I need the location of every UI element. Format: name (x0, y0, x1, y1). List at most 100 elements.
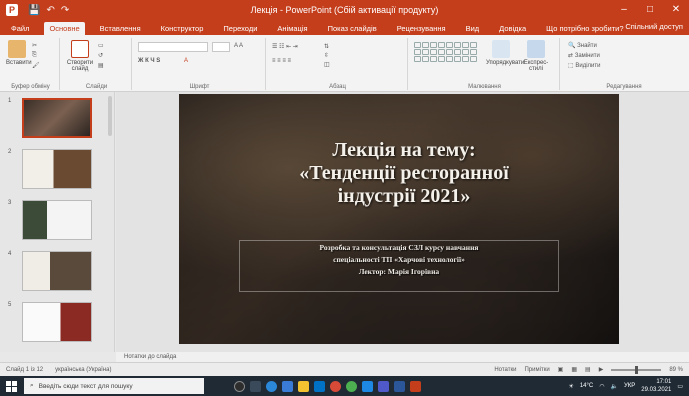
paste-button[interactable]: Вставити (6, 40, 32, 66)
select-button[interactable]: ⬚ Виділити (568, 62, 600, 70)
thumbnail-scrollbar[interactable] (108, 96, 112, 136)
reading-view-icon[interactable]: ▤ (585, 366, 591, 373)
slide-thumbnail-3[interactable]: 3 (8, 200, 108, 246)
tab-help[interactable]: Довідка (494, 22, 531, 35)
slideshow-view-icon[interactable]: ▶ (599, 366, 604, 373)
group-slides: Створити слайд ▭ ↺ ▤ Слайди (62, 38, 132, 90)
weather-temp[interactable]: 14°С (580, 383, 593, 389)
grow-font-icon[interactable]: A A (234, 43, 243, 51)
tab-transitions[interactable]: Переходи (218, 22, 262, 35)
tab-insert[interactable]: Вставлення (95, 22, 146, 35)
find-button[interactable]: 🔍 Знайти (568, 42, 597, 50)
task-view-icon[interactable] (250, 380, 261, 392)
slide-thumbnail-5[interactable]: 5 (8, 302, 108, 348)
start-button[interactable] (0, 376, 22, 396)
bullets-icon[interactable]: ☰ ☷ ⇤ ⇥ (272, 43, 298, 51)
slide-title[interactable]: Лекція на тему: «Тенденції ресторанної і… (229, 139, 579, 208)
weather-icon[interactable]: ☀ (568, 383, 573, 390)
clock[interactable]: 17:01 29.03.2021 (641, 378, 671, 394)
new-slide-icon (71, 40, 89, 58)
slide-thumbnail-2[interactable]: 2 (8, 149, 108, 195)
quick-styles-button[interactable]: Експрес-стилі (520, 40, 552, 72)
cortana-icon[interactable] (234, 380, 245, 392)
tab-slideshow[interactable]: Показ слайдів (323, 22, 382, 35)
undo-icon[interactable]: ↶ (46, 5, 54, 16)
replace-button[interactable]: ⇄ Замінити (568, 52, 600, 60)
store-icon[interactable] (282, 380, 293, 392)
copy-icon[interactable]: ⎘ (32, 52, 37, 60)
sorter-view-icon[interactable]: ▦ (571, 366, 577, 373)
tab-review[interactable]: Рецензування (392, 22, 451, 35)
layout-icon[interactable]: ▭ (98, 42, 104, 50)
tab-animations[interactable]: Анімація (272, 22, 312, 35)
font-color-icon[interactable]: A (184, 58, 188, 66)
opera-icon[interactable] (330, 380, 341, 392)
powerpoint-taskbar-icon[interactable] (410, 380, 421, 392)
zoom-slider[interactable] (611, 365, 662, 374)
tab-design[interactable]: Конструктор (156, 22, 209, 35)
reset-icon[interactable]: ↺ (98, 52, 103, 60)
language-indicator[interactable]: українська (Україна) (55, 367, 111, 373)
smartart-icon[interactable]: ◫ (324, 61, 330, 69)
search-icon: ⌕ (30, 382, 34, 389)
taskbar-search[interactable]: ⌕ Введіть сюди текст для пошуку (24, 378, 204, 394)
windows-taskbar: ⌕ Введіть сюди текст для пошуку ☀ 14°С ◠… (0, 376, 689, 396)
document-title: Лекція - PowerPoint (Сбій активації прод… (250, 5, 439, 15)
status-bar: Слайд 1 із 12 українська (Україна) Нотат… (0, 362, 689, 376)
file-explorer-icon[interactable] (298, 380, 309, 392)
notification-icon[interactable]: ▭ (677, 383, 683, 390)
align-icon[interactable]: ≡ ≡ ≡ ≡ (272, 58, 291, 66)
shapes-gallery[interactable] (414, 42, 477, 62)
redo-icon[interactable]: ↷ (61, 5, 69, 16)
save-icon[interactable]: 💾 (28, 5, 40, 16)
text-direction-icon[interactable]: ⇅ (324, 43, 329, 51)
tab-view[interactable]: Вид (461, 22, 485, 35)
zoom-level[interactable]: 89 % (669, 367, 683, 373)
system-tray: ☀ 14°С ◠ 🔈 УКР 17:01 29.03.2021 ▭ (568, 378, 683, 394)
slide-editor: Лекція на тему: «Тенденції ресторанної і… (116, 92, 689, 352)
thumbnail-image (22, 200, 92, 240)
minimize-button[interactable]: – (611, 0, 637, 20)
network-icon[interactable]: ◠ (599, 383, 604, 390)
align-text-icon[interactable]: ⇳ (324, 52, 329, 60)
comments-button[interactable]: Примітки (524, 367, 549, 373)
ribbon-tabs: Файл Основне Вставлення Конструктор Пере… (0, 20, 689, 35)
paste-icon (8, 40, 26, 58)
notes-button[interactable]: Нотатки (494, 367, 516, 373)
taskbar-apps (234, 380, 421, 392)
mail-icon[interactable] (314, 380, 325, 392)
slide-subtitle[interactable]: Розробка та консультація СЗЛ курсу навча… (244, 242, 554, 278)
maximize-button[interactable]: □ (637, 0, 663, 20)
font-size-select[interactable] (212, 42, 230, 52)
bold-icon[interactable]: Ж К Ч S (138, 58, 160, 66)
normal-view-icon[interactable]: ▣ (558, 366, 564, 373)
new-slide-button[interactable]: Створити слайд (66, 40, 94, 72)
edge-icon[interactable] (266, 380, 277, 392)
slide-thumbnail-1[interactable]: 1 (8, 98, 108, 144)
input-language[interactable]: УКР (624, 383, 635, 389)
word-icon[interactable] (394, 380, 405, 392)
format-painter-icon[interactable]: 🖌 (32, 62, 40, 70)
close-button[interactable]: ✕ (663, 0, 689, 20)
tab-file[interactable]: Файл (6, 22, 34, 35)
share-button[interactable]: Спільний доступ (625, 22, 683, 31)
font-name-select[interactable] (138, 42, 208, 52)
arrange-icon (492, 40, 510, 58)
notes-pane[interactable]: Нотатки до слайда (116, 352, 689, 362)
slide-thumbnail-pane: 1 2 3 4 5 (0, 92, 115, 352)
tab-home[interactable]: Основне (44, 22, 85, 35)
slide-thumbnail-4[interactable]: 4 (8, 251, 108, 297)
teams-icon[interactable] (378, 380, 389, 392)
group-clipboard: Вставити ✂ ⎘ 🖌 Буфер обміну (2, 38, 60, 90)
chrome-icon[interactable] (346, 380, 357, 392)
arrange-button[interactable]: Упорядкувати (486, 40, 524, 66)
group-drawing: Упорядкувати Експрес-стилі Малювання (410, 38, 560, 90)
tell-me-input[interactable]: Що потрібно зробити? (541, 22, 628, 35)
current-slide[interactable]: Лекція на тему: «Тенденції ресторанної і… (179, 94, 619, 344)
search-placeholder: Введіть сюди текст для пошуку (38, 382, 133, 390)
telegram-icon[interactable] (362, 380, 373, 392)
windows-logo-icon (5, 380, 17, 392)
volume-icon[interactable]: 🔈 (611, 383, 618, 390)
cut-icon[interactable]: ✂ (32, 42, 37, 50)
section-icon[interactable]: ▤ (98, 62, 104, 70)
